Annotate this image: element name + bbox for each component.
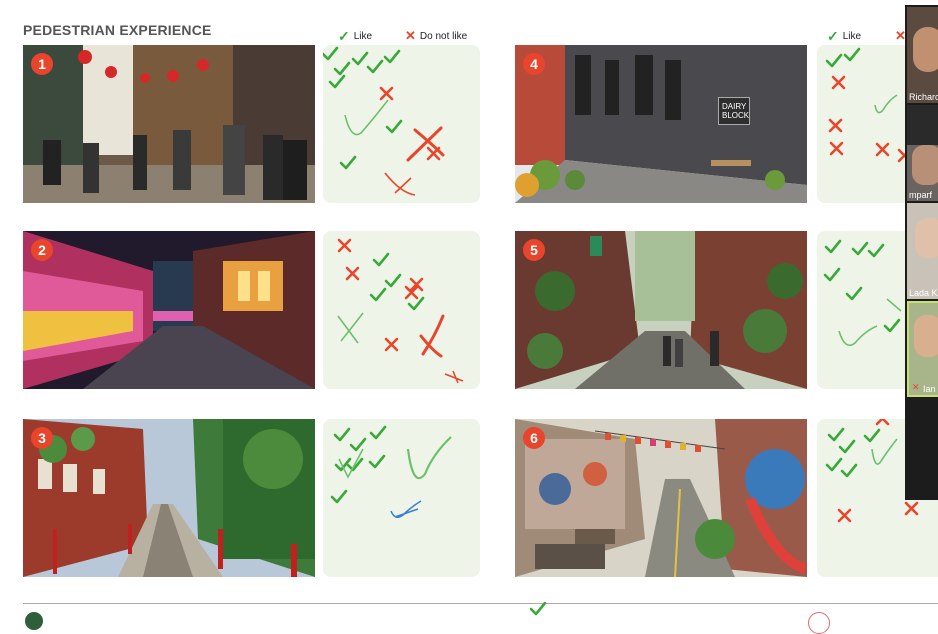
legend-like-right: ✓ Like <box>827 28 861 45</box>
avatar <box>914 315 938 357</box>
photo-badge: 4 <box>523 53 545 75</box>
photo-badge: 5 <box>523 239 545 261</box>
footer-ring-icon <box>808 612 830 634</box>
photo-badge: 6 <box>523 427 545 449</box>
vote-pad-2 <box>323 231 480 389</box>
slide-title: PEDESTRIAN EXPERIENCE <box>23 22 212 38</box>
check-icon: ✓ <box>827 28 839 44</box>
participant-tile-active[interactable]: Ian ✕ <box>907 301 938 397</box>
avatar <box>913 27 938 72</box>
participant-name: Lada K <box>909 288 938 298</box>
photo-2-graffiti-alley: 2 <box>23 231 315 389</box>
participant-tile[interactable]: Richard <box>907 7 938 103</box>
photo-badge: 1 <box>31 53 53 75</box>
dairy-block-sign: DAIRY BLOCK <box>718 97 750 125</box>
photo-5-green-alley: 5 <box>515 231 807 389</box>
photo-badge: 2 <box>31 239 53 261</box>
cross-icon: ✕ <box>405 28 416 43</box>
mic-muted-icon: ✕ <box>912 382 920 392</box>
participant-name: Richard <box>909 92 938 102</box>
photo-1-lantern-street: 1 <box>23 45 315 203</box>
photo-6-mural-courtyard: 6 <box>515 419 807 577</box>
photo-badge: 3 <box>31 427 53 449</box>
participant-tile[interactable]: mparf <box>907 105 938 201</box>
check-icon: ✓ <box>338 28 350 44</box>
legend-like: ✓ Like <box>338 28 372 45</box>
photo-3-brick-alley: 3 <box>23 419 315 577</box>
legend-dislike: ✕ Do not like <box>405 28 467 44</box>
legend-dislike-label: Do not like <box>419 30 468 42</box>
vote-pad-3 <box>323 419 480 577</box>
participant-tile[interactable]: Lada K <box>907 203 938 299</box>
avatar <box>912 145 938 185</box>
legend-like-label: Like <box>353 31 373 42</box>
vote-pad-1 <box>323 45 480 203</box>
participant-panel[interactable]: Richard mparf Lada K Ian ✕ <box>905 5 938 500</box>
footer-divider <box>23 603 938 604</box>
avatar <box>915 218 938 258</box>
photo-4-dairy-block: DAIRY BLOCK 4 <box>515 45 807 203</box>
stray-check-icon <box>530 602 547 616</box>
org-logo <box>25 612 43 630</box>
participant-name: mparf <box>909 190 933 200</box>
legend-like-label: Like <box>842 31 862 42</box>
participant-name: Ian <box>923 384 936 394</box>
